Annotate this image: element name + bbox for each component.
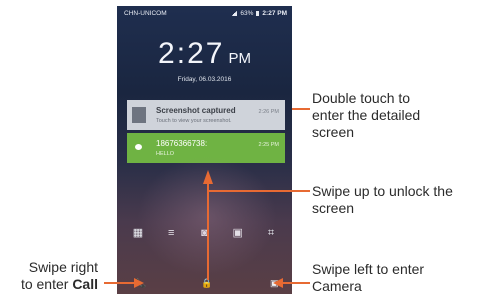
notification-title: 18676366738: <box>156 139 208 148</box>
scanner-icon[interactable]: ⌗ <box>264 226 278 240</box>
callout-line-double-touch <box>292 108 310 110</box>
status-right: 63% 2:27 PM <box>231 10 287 17</box>
clock-ampm: PM <box>228 50 251 67</box>
arrow-up-icon <box>203 170 213 184</box>
status-time: 2:27 PM <box>262 10 287 17</box>
message-icon <box>135 144 142 150</box>
arrow-left-icon <box>273 278 283 288</box>
signal-icon <box>231 11 238 16</box>
contacts-icon[interactable]: ▣ <box>231 226 245 240</box>
screenshot-icon <box>132 107 146 123</box>
notification-title: Screenshot captured <box>156 106 236 115</box>
callout-line-swipe-up-label <box>209 190 310 192</box>
clock-date: Friday, 06.03.2016 <box>177 76 232 83</box>
label-swipe-right: Swipe right to enter Call <box>20 259 98 292</box>
lockscreen-clock: 2:27 PM <box>117 37 292 71</box>
status-bar: CHN-UNICOM 63% 2:27 PM <box>117 6 292 20</box>
shortcut-row: ▦ ≡ ◙ ▣ ⌗ <box>131 226 278 240</box>
clock-time: 2:27 <box>158 37 225 70</box>
label-swipe-left: Swipe left to enter Camera <box>312 261 425 294</box>
phone-screen: CHN-UNICOM 63% 2:27 PM 2:27 PM Friday, 06… <box>117 6 292 294</box>
callout-line-swipe-up <box>207 184 209 280</box>
arrow-right-icon <box>134 278 144 288</box>
callout-line-swipe-left <box>283 282 310 284</box>
notification-message[interactable]: 18676366738: HELLO 2:25 PM <box>127 133 285 163</box>
label-swipe-up: Swipe up to unlock the screen <box>312 183 453 216</box>
callout-line-swipe-right <box>104 282 134 284</box>
notification-subtitle: Touch to view your screenshot. <box>156 118 232 124</box>
calculator-icon[interactable]: ▦ <box>131 226 145 240</box>
notification-subtitle: HELLO <box>156 151 175 157</box>
carrier-label: CHN-UNICOM <box>124 10 167 17</box>
battery-icon <box>256 11 260 16</box>
notes-icon[interactable]: ≡ <box>164 226 178 240</box>
battery-percent: 63% <box>240 10 254 17</box>
label-double-touch: Double touch to enter the detailed scree… <box>312 90 421 140</box>
notification-screenshot[interactable]: Screenshot captured Touch to view your s… <box>127 100 285 130</box>
notification-time: 2:26 PM <box>258 109 279 115</box>
camera-icon[interactable]: ◙ <box>198 226 212 240</box>
notification-time: 2:25 PM <box>258 142 279 148</box>
